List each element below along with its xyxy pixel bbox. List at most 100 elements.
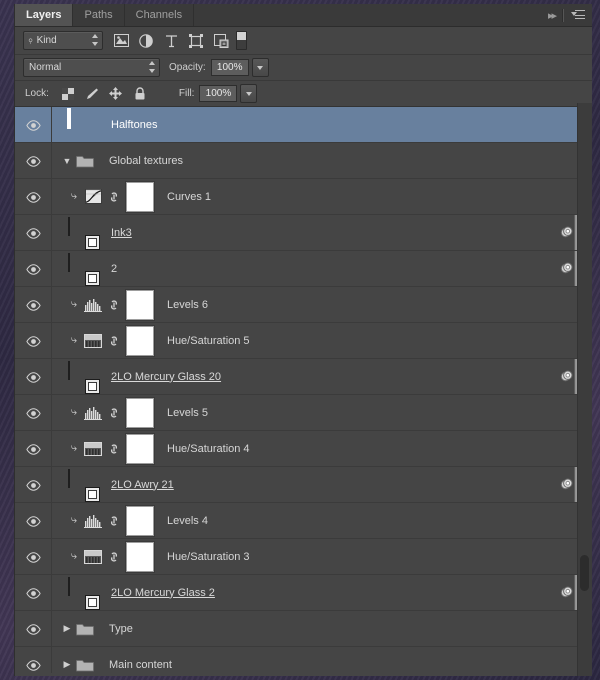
link-mask-icon[interactable] — [107, 334, 121, 348]
layer-mask-thumbnail[interactable] — [126, 433, 154, 464]
layer-list[interactable]: Halftones ▼ Global textures ⤷ Curves 1 Ink3 2 ⤷… — [15, 107, 592, 673]
filter-enable-toggle[interactable] — [236, 31, 247, 50]
layer-thumbnail-wrap[interactable] — [68, 576, 100, 610]
filter-kind-select[interactable]: ⌕ Kind — [23, 31, 103, 50]
layer-row[interactable]: ▶ Type — [15, 611, 592, 647]
layer-visibility-toggle[interactable] — [15, 611, 52, 646]
layer-name-label: Curves 1 — [167, 190, 212, 203]
layers-scrollbar-thumb[interactable] — [580, 555, 589, 591]
layer-row[interactable]: ⤷ Curves 1 — [15, 179, 592, 215]
link-mask-icon[interactable] — [107, 550, 121, 564]
layer-row[interactable]: Halftones — [15, 107, 592, 143]
filter-type-layers-icon[interactable] — [163, 33, 179, 49]
layer-row[interactable]: ⤷ Levels 4 — [15, 503, 592, 539]
filter-smart-object-layers-icon[interactable] — [213, 33, 229, 49]
layer-mask-thumbnail[interactable] — [126, 505, 154, 536]
layer-thumbnail[interactable] — [68, 252, 70, 272]
layer-thumbnail[interactable] — [68, 576, 70, 596]
filter-pixel-layers-icon[interactable] — [113, 33, 129, 49]
filter-kind-stepper[interactable] — [92, 34, 99, 46]
layer-row[interactable]: ⤷ Hue/Saturation 3 — [15, 539, 592, 575]
layer-thumbnail-wrap[interactable] — [68, 360, 100, 394]
group-expand-triangle-icon[interactable]: ▶ — [60, 659, 74, 670]
row-indent — [52, 412, 66, 413]
layer-mask-thumbnail[interactable] — [126, 181, 154, 212]
layer-effects-icon[interactable] — [558, 251, 574, 286]
eye-icon — [26, 227, 41, 239]
layer-row[interactable]: 2 — [15, 251, 592, 287]
layer-row[interactable]: ▶ Main content — [15, 647, 592, 673]
lock-transparent-pixels-icon[interactable] — [61, 87, 75, 101]
layer-row[interactable]: ⤷ Levels 6 — [15, 287, 592, 323]
layer-visibility-toggle[interactable] — [15, 143, 52, 178]
collapse-to-icons-icon[interactable]: ▸▸ — [548, 9, 557, 22]
group-expand-triangle-icon[interactable]: ▶ — [60, 623, 74, 634]
tab-channels-label: Channels — [135, 9, 183, 21]
eye-icon — [26, 407, 41, 419]
lock-all-icon[interactable] — [133, 87, 147, 101]
blend-mode-stepper[interactable] — [149, 61, 156, 73]
eye-icon — [26, 119, 41, 131]
tab-paths[interactable]: Paths — [73, 4, 125, 26]
link-mask-icon[interactable] — [107, 406, 121, 420]
layer-thumbnail-wrap[interactable] — [67, 107, 98, 140]
layer-visibility-toggle[interactable] — [15, 539, 52, 574]
layer-visibility-toggle[interactable] — [15, 647, 52, 673]
layer-mask-thumbnail[interactable] — [126, 325, 154, 356]
layer-thumbnail-wrap[interactable] — [68, 468, 100, 502]
layer-effects-icon[interactable] — [558, 359, 574, 394]
layer-thumbnail[interactable] — [68, 468, 70, 488]
opacity-input[interactable]: 100% — [210, 59, 249, 76]
layer-row[interactable]: ⤷ Levels 5 — [15, 395, 592, 431]
layer-visibility-toggle[interactable] — [15, 503, 52, 538]
panel-menu-icon[interactable] — [571, 9, 586, 21]
layer-row[interactable]: 2LO Awry 21 — [15, 467, 592, 503]
fill-input[interactable]: 100% — [199, 85, 238, 102]
layer-row[interactable]: 2LO Mercury Glass 2 — [15, 575, 592, 611]
layer-visibility-toggle[interactable] — [15, 251, 52, 286]
layer-name-label: Hue/Saturation 3 — [167, 550, 250, 563]
layer-thumbnail[interactable] — [68, 216, 70, 236]
group-expand-triangle-icon[interactable]: ▼ — [60, 156, 74, 166]
link-mask-icon[interactable] — [107, 298, 121, 312]
layer-row[interactable]: Ink3 — [15, 215, 592, 251]
blend-mode-select[interactable]: Normal — [23, 58, 160, 77]
layer-effects-icon[interactable] — [558, 215, 574, 250]
filter-shape-layers-icon[interactable] — [188, 33, 204, 49]
fill-slider-dropdown[interactable] — [240, 84, 258, 103]
lock-position-icon[interactable] — [109, 87, 123, 101]
layer-thumbnail[interactable] — [68, 360, 70, 380]
layer-visibility-toggle[interactable] — [15, 107, 52, 142]
layer-thumbnail[interactable] — [67, 107, 71, 129]
layer-visibility-toggle[interactable] — [15, 431, 52, 466]
layer-thumbnail-wrap[interactable] — [68, 216, 100, 250]
layer-visibility-toggle[interactable] — [15, 395, 52, 430]
link-mask-icon[interactable] — [107, 514, 121, 528]
layer-visibility-toggle[interactable] — [15, 575, 52, 610]
layer-mask-thumbnail[interactable] — [126, 541, 154, 572]
layer-visibility-toggle[interactable] — [15, 467, 52, 502]
lock-image-pixels-icon[interactable] — [85, 87, 99, 101]
filter-adjustment-layers-icon[interactable] — [138, 33, 154, 49]
opacity-slider-dropdown[interactable] — [251, 58, 269, 77]
layer-visibility-toggle[interactable] — [15, 179, 52, 214]
link-mask-icon[interactable] — [107, 442, 121, 456]
layer-row[interactable]: ⤷ Hue/Saturation 4 — [15, 431, 592, 467]
layer-visibility-toggle[interactable] — [15, 323, 52, 358]
layer-mask-thumbnail[interactable] — [126, 289, 154, 320]
tab-channels[interactable]: Channels — [124, 4, 195, 26]
layer-effects-icon[interactable] — [558, 467, 574, 502]
layer-thumbnail-wrap[interactable] — [68, 252, 100, 286]
layer-visibility-toggle[interactable] — [15, 287, 52, 322]
layer-row[interactable]: 2LO Mercury Glass 20 — [15, 359, 592, 395]
layer-row[interactable]: ⤷ Hue/Saturation 5 — [15, 323, 592, 359]
tab-layers[interactable]: Layers — [15, 4, 74, 26]
layers-scrollbar[interactable] — [577, 103, 592, 676]
layer-effects-icon[interactable] — [558, 575, 574, 610]
layer-mask-thumbnail[interactable] — [126, 397, 154, 428]
layer-visibility-toggle[interactable] — [15, 215, 52, 250]
link-mask-icon[interactable] — [107, 190, 121, 204]
layer-visibility-toggle[interactable] — [15, 359, 52, 394]
clipping-mask-arrow-icon: ⤷ — [70, 190, 78, 202]
layer-row[interactable]: ▼ Global textures — [15, 143, 592, 179]
